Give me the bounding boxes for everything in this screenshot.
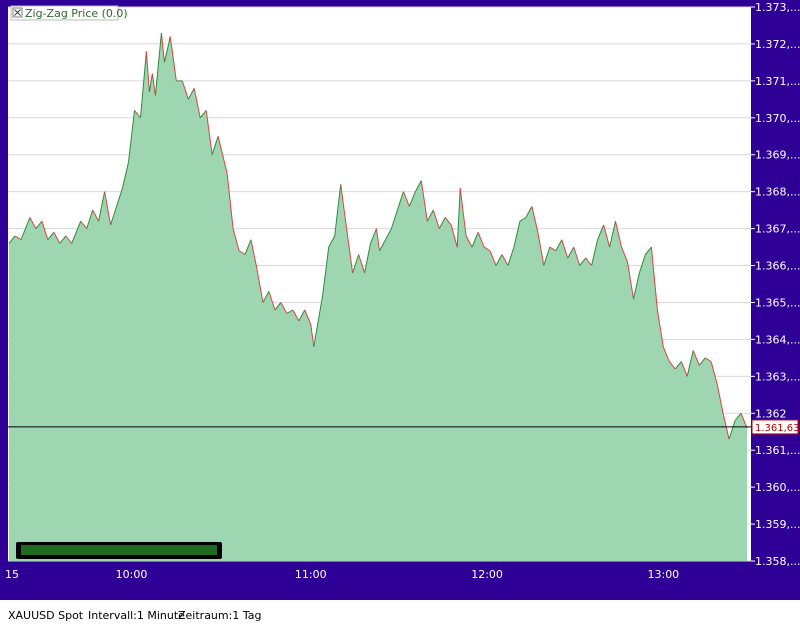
y-tick-label: 1.371,... [755, 75, 800, 88]
y-tick-label: 1.367,... [755, 223, 800, 236]
y-tick-label: 1.369,... [755, 149, 800, 162]
y-tick-label: 1.372,... [755, 38, 800, 51]
y-tick-label: 1.359,... [755, 518, 800, 531]
y-tick-label: 1.365,... [755, 296, 800, 309]
x-tick-label: 12:00 [471, 568, 503, 581]
interval-label: Intervall:1 Minute [88, 609, 185, 622]
y-tick-label: 1.364,... [755, 333, 800, 346]
symbol-label: XAUUSD Spot [8, 609, 84, 622]
y-tick-label: 1.362 [755, 407, 787, 420]
legend-close-icon[interactable] [12, 7, 23, 18]
legend-text: Zig-Zag Price (0.0) [25, 7, 128, 20]
scroll-handle[interactable] [16, 542, 222, 559]
x-tick-label: 15 [5, 568, 19, 581]
y-tick-label: 1.363,... [755, 370, 800, 383]
current-price-label: 1.361,63 [755, 423, 800, 434]
y-tick-label: 1.360,... [755, 481, 800, 494]
y-tick-label: 1.373,... [755, 1, 800, 14]
legend[interactable]: Zig-Zag Price (0.0) [10, 5, 128, 21]
y-tick-label: 1.370,... [755, 112, 800, 125]
y-tick-label: 1.358,... [755, 555, 800, 568]
period-label: Zeitraum:1 Tag [178, 609, 262, 622]
y-tick-label: 1.361,... [755, 444, 800, 457]
status-bar: XAUUSD Spot Intervall:1 Minute Zeitraum:… [0, 600, 800, 625]
x-tick-label: 11:00 [295, 568, 327, 581]
y-tick-label: 1.366,... [755, 260, 800, 273]
x-tick-label: 13:00 [647, 568, 679, 581]
x-tick-label: 10:00 [116, 568, 148, 581]
chart: 1.358,... 1.359,... 1.360,... 1.361,... 1.36… [0, 0, 800, 600]
y-tick-label: 1.368,... [755, 186, 800, 199]
